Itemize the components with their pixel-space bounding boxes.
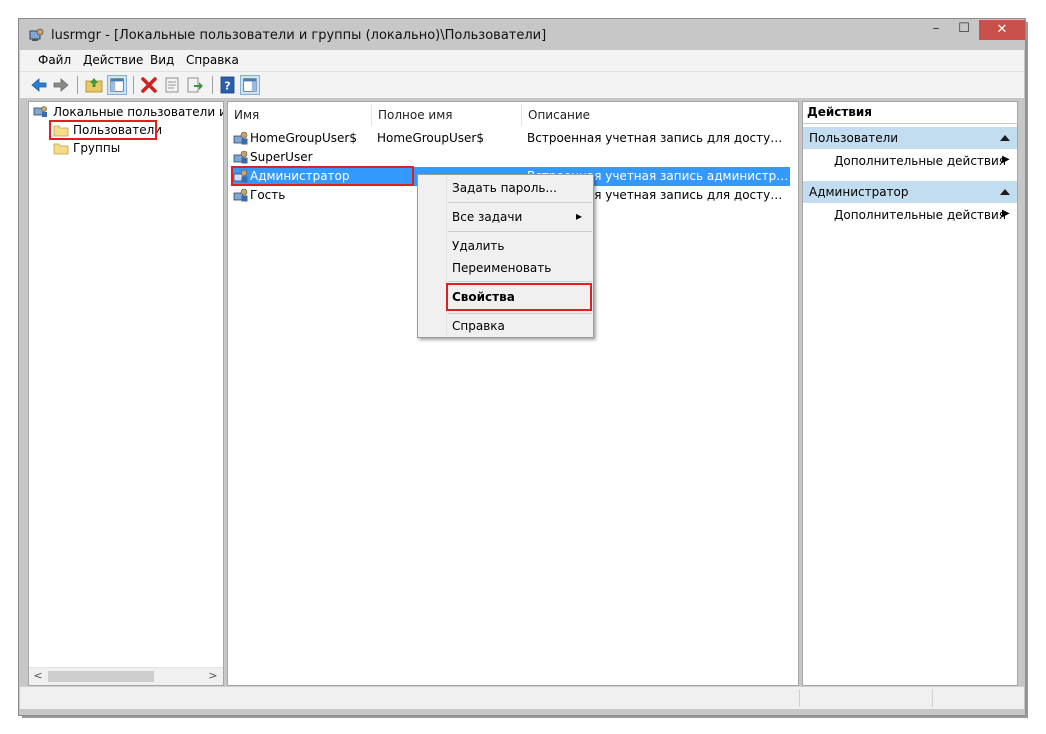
cell-name: Гость (250, 188, 286, 202)
tree-horizontal-scrollbar[interactable]: < > (29, 667, 223, 685)
submenu-arrow-icon: ▶ (1002, 154, 1010, 165)
menu-view[interactable]: Вид (150, 53, 174, 67)
maximize-button[interactable]: ☐ (952, 20, 976, 40)
actions-more-users[interactable]: Дополнительные действия (834, 154, 1006, 168)
context-menu-gutter (446, 177, 447, 335)
help-icon[interactable]: ? (218, 75, 238, 95)
menu-item-rename[interactable]: Переименовать (452, 261, 551, 275)
menu-separator (448, 231, 592, 232)
actions-header: Действия (803, 102, 1017, 124)
actions-more-administrator[interactable]: Дополнительные действия (834, 208, 1006, 222)
local-users-groups-icon (33, 106, 47, 117)
show-hide-actions-icon[interactable] (240, 75, 260, 95)
user-icon (233, 188, 248, 202)
toolbar: ? (20, 71, 1024, 98)
computer-management-icon (29, 28, 44, 41)
menu-file[interactable]: Файл (38, 53, 71, 67)
submenu-arrow-icon: ▶ (1002, 208, 1010, 219)
menu-item-help[interactable]: Справка (452, 319, 505, 333)
status-separator (799, 689, 800, 707)
menu-bar: Файл Действие Вид Справка (20, 50, 1024, 71)
menu-item-delete[interactable]: Удалить (452, 239, 505, 253)
toolbar-separator (133, 76, 134, 94)
window-title: lusrmgr - [Локальные пользователи и груп… (51, 28, 547, 43)
menu-separator (448, 281, 592, 282)
actions-pane: Действия Пользователи Дополнительные дей… (802, 101, 1018, 686)
column-header-name[interactable]: Имя (228, 104, 372, 126)
toolbar-separator (212, 76, 213, 94)
column-header-full-name[interactable]: Полное имя (372, 104, 522, 126)
user-icon (233, 131, 248, 145)
menu-item-set-password[interactable]: Задать пароль... (452, 181, 557, 195)
collapse-icon[interactable] (1000, 135, 1010, 141)
actions-group-administrator[interactable]: Администратор (803, 181, 1017, 203)
main-window: lusrmgr - [Локальные пользователи и груп… (18, 18, 1026, 716)
tree-root-label: Локальные пользователи и группы (локальн… (53, 105, 223, 119)
up-folder-icon[interactable] (84, 75, 104, 95)
table-row[interactable]: HomeGroupUser$ HomeGroupUser$ Встроенная… (232, 129, 790, 148)
highlight-box-properties (446, 283, 592, 311)
tree-item-groups-label: Группы (73, 141, 121, 155)
actions-group-users[interactable]: Пользователи (803, 127, 1017, 149)
title-bar[interactable]: lusrmgr - [Локальные пользователи и груп… (19, 19, 1025, 51)
menu-help[interactable]: Справка (186, 53, 239, 67)
menu-item-all-tasks[interactable]: Все задачи (452, 210, 522, 224)
forward-arrow-icon[interactable] (51, 75, 71, 95)
highlight-box-administrator (231, 166, 414, 186)
close-button[interactable]: ✕ (979, 20, 1025, 40)
cell-description: Встроенная учетная запись для доступа из… (527, 131, 789, 145)
console-tree-pane: Локальные пользователи и группы (локальн… (28, 101, 224, 686)
menu-action[interactable]: Действие (83, 53, 143, 67)
folder-icon (53, 143, 69, 155)
table-row[interactable]: SuperUser (232, 148, 790, 167)
collapse-icon[interactable] (1000, 189, 1010, 195)
cell-name: SuperUser (250, 150, 313, 164)
minimize-button[interactable]: – (924, 20, 948, 40)
export-list-icon[interactable] (185, 75, 205, 95)
properties-icon[interactable] (162, 75, 182, 95)
actions-group-users-title: Пользователи (809, 131, 899, 145)
chevron-right-icon: ▸ (576, 209, 583, 223)
column-header-description[interactable]: Описание (522, 104, 798, 126)
user-icon (233, 150, 248, 164)
cell-full-name: HomeGroupUser$ (377, 131, 484, 145)
status-separator (932, 689, 933, 707)
svg-text:?: ? (224, 80, 230, 93)
scrollbar-thumb[interactable] (48, 671, 154, 682)
menu-separator (448, 313, 592, 314)
actions-group-administrator-title: Администратор (809, 185, 909, 199)
highlight-box-users (49, 120, 157, 140)
back-arrow-icon[interactable] (29, 75, 49, 95)
toolbar-separator (77, 76, 78, 94)
show-hide-tree-icon[interactable] (107, 75, 127, 95)
status-bar (20, 686, 1024, 709)
scroll-right-button[interactable]: > (206, 669, 220, 683)
cell-name: HomeGroupUser$ (250, 131, 357, 145)
context-menu: Задать пароль... Все задачи ▸ Удалить Пе… (417, 174, 594, 338)
delete-icon[interactable] (139, 75, 159, 95)
menu-separator (448, 202, 592, 203)
scroll-left-button[interactable]: < (31, 669, 45, 683)
